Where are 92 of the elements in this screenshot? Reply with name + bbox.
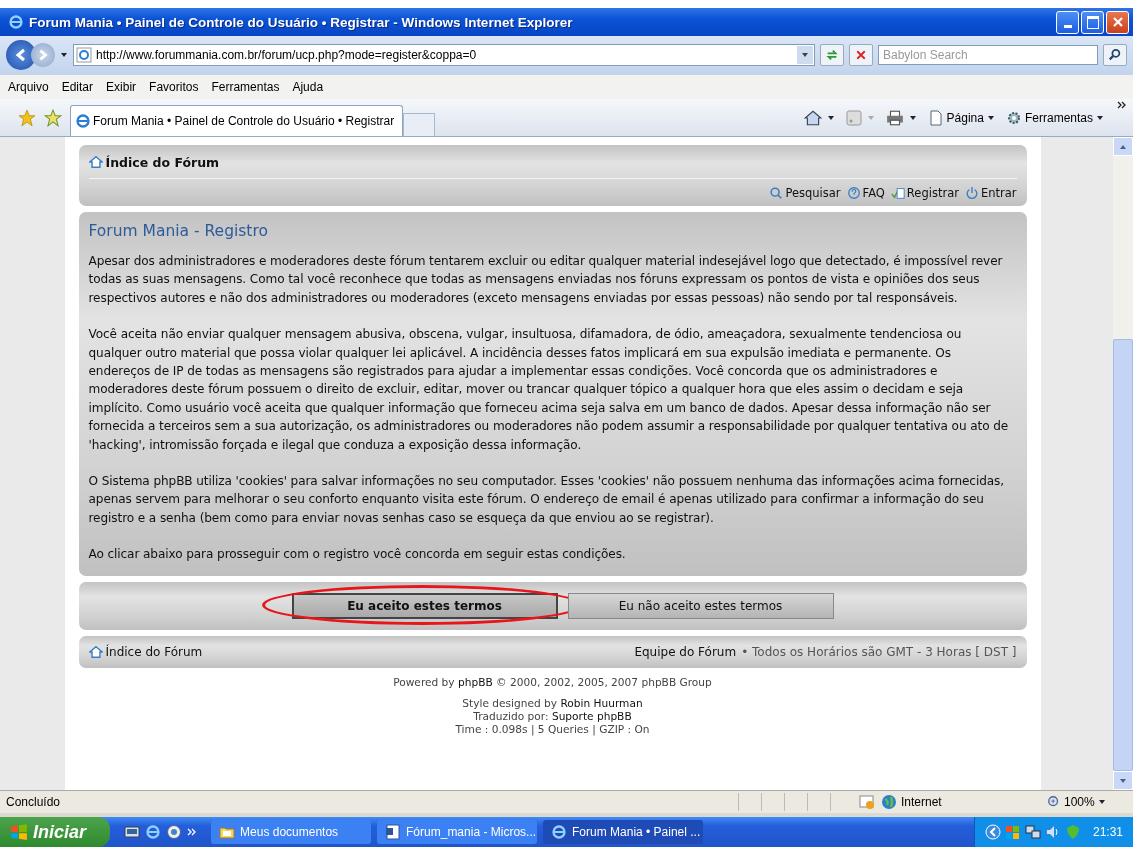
menu-item[interactable]: Ajuda (292, 80, 324, 94)
menu-item[interactable]: Exibir (106, 80, 137, 94)
search-button[interactable] (1103, 44, 1127, 66)
app-icon[interactable] (166, 824, 183, 840)
browser-tab[interactable]: Forum Mania • Painel de Controle do Usuário • Registrar (70, 105, 404, 136)
caret-icon (1096, 113, 1104, 122)
help-icon (846, 186, 861, 200)
registration-heading: Forum Mania - Registro (88, 222, 269, 240)
forward-button[interactable] (31, 43, 55, 67)
terms-paragraph: Ao clicar abaixo para prosseguir com o registro você concorda em seguir estas condições. (88, 546, 627, 564)
tools-menu[interactable]: Ferramentas (1005, 109, 1104, 126)
chevron-icon[interactable] (1117, 100, 1127, 109)
register-link[interactable]: Registrar (890, 186, 959, 200)
menu-item[interactable]: Arquivo (8, 80, 49, 94)
menu-item[interactable]: Ferramentas (211, 80, 280, 94)
zoom-icon (1047, 795, 1061, 809)
timezone-text: • Todos os Horários são GMT - 3 Horas [ DST ] (741, 644, 1017, 659)
search-icon (1108, 48, 1122, 62)
taskbar-button[interactable]: Forum Mania • Painel ... (543, 820, 704, 844)
footer-text: Powered by phpBB © 2000, 2002, 2005, 2007 phpBB Group (393, 675, 712, 689)
shield-icon (1064, 824, 1081, 840)
checklist-icon (890, 186, 905, 200)
status-text: Concluído (6, 795, 62, 809)
close-icon (1111, 16, 1124, 28)
gear-icon (1005, 109, 1022, 126)
power-icon (964, 186, 979, 200)
speaker-icon (1044, 824, 1061, 840)
caret-icon[interactable] (826, 113, 835, 122)
close-button[interactable] (1106, 10, 1129, 34)
taskbar-button[interactable]: Meus documentos (211, 820, 372, 844)
browser-logo-icon (551, 824, 568, 840)
taskbar-button[interactable]: Fórum_mania - Micros... (377, 820, 538, 844)
refresh-button[interactable] (820, 44, 844, 66)
forum-team-link[interactable]: Equipe do Fórum (634, 644, 737, 659)
caret-icon[interactable] (801, 51, 809, 59)
caret-icon[interactable] (908, 113, 917, 122)
page-icon (76, 47, 92, 63)
tray-collapse-icon[interactable] (984, 824, 1001, 840)
down-arrow-icon[interactable] (1119, 776, 1127, 785)
home-icon (88, 155, 103, 169)
vertical-scrollbar[interactable] (1113, 137, 1133, 790)
address-field[interactable]: http://www.forummania.com.br/forum/ucp.php?mode=register&coppa=0 (73, 44, 815, 66)
zoom-level[interactable]: 100% (1047, 795, 1127, 809)
search-icon (769, 186, 784, 200)
chevron-icon[interactable] (187, 828, 198, 836)
clock: 21:31 (1092, 825, 1123, 839)
minimize-button[interactable] (1056, 10, 1079, 34)
protected-mode-icon (859, 794, 875, 810)
caret-icon (986, 113, 995, 122)
search-field[interactable]: Babylon Search (878, 45, 1098, 65)
caret-icon (1097, 798, 1106, 806)
terms-button[interactable]: Eu não aceito estes termos (567, 592, 834, 619)
document-icon (385, 824, 402, 840)
faq-link[interactable]: FAQ (846, 186, 885, 200)
terms-button[interactable]: Eu aceito estes termos (291, 592, 558, 619)
window-title: Forum Mania • Painel de Controle do Usuário • Registrar - Windows Internet Explorer (29, 14, 574, 30)
forum-index-link[interactable]: Índice do Fórum (88, 154, 220, 170)
refresh-icon (825, 48, 839, 62)
page-menu[interactable]: Página (927, 109, 995, 126)
globe-icon (881, 794, 897, 810)
footer-text: Traduzido por: Suporte phpBB (473, 709, 632, 723)
terms-paragraph: Apesar dos administradores e moderadores deste fórum tentarem excluir ou editar qualquer material indesejável logo que detectado, é impossível rever todas as suas mensagens. Como tal você reconhece que todas as mensagens enviadas nos fóruns expressam os pontos de vista e opiniões dos seus respectivos autores e não dos administradores ou moderadores (exceto mensagens enviadas por essas pessoas) não sendo por tal responsáveis. (88, 253, 1004, 307)
network-icon (1024, 824, 1041, 840)
close-icon (855, 49, 867, 61)
home-icon (88, 644, 103, 659)
maximize-button[interactable] (1081, 10, 1104, 34)
home-icon[interactable] (803, 108, 822, 127)
security-zone: Internet (881, 794, 1041, 810)
search-link[interactable]: Pesquisar (769, 186, 841, 200)
windows-flag-icon (10, 823, 28, 841)
terms-paragraph: O Sistema phpBB utiliza 'cookies' para salvar informações no seu computador. Esses 'cookies' não possuem nenhuma das informações acima fornecidas, apenas servem para melhorar o seu conforto enquanto visita este fórum. O endereço de email é apenas utilizado para confirmar a informação do seu registro e a senha (bem como para enviar novas senhas caso se esqueça da que enviou ao se registrar). (88, 473, 1005, 527)
desktop-icon[interactable] (124, 824, 141, 840)
footer-text: Style designed by Robin Huurman (462, 696, 643, 710)
menu-item[interactable]: Favoritos (149, 80, 199, 94)
menu-item[interactable]: Editar (61, 80, 94, 94)
folder-icon (219, 824, 236, 840)
browser-logo-icon (8, 14, 24, 30)
stop-button[interactable] (849, 44, 873, 66)
back-button[interactable] (6, 40, 36, 70)
browser-logo-icon (75, 113, 91, 129)
star-icon[interactable] (44, 108, 62, 127)
login-link[interactable]: Entrar (964, 186, 1017, 200)
start-button[interactable]: Iniciar (0, 817, 111, 847)
printer-icon[interactable] (885, 108, 904, 127)
caret-icon[interactable] (60, 51, 68, 59)
windows-flag-icon (1004, 824, 1021, 840)
page-icon (927, 109, 944, 126)
browser-logo-icon (145, 824, 162, 840)
terms-paragraph: Você aceita não enviar qualquer mensagem abusiva, obscena, vulgar, insultuosa, difamadora, de ódio, ameaçadora, sexualmente tendenciosa ou qualquer outro material que possa violar qualquer lei aplicável. A incidência desses fatos implicará em sua expulsão imediata e permanente. Os endereços de IP de todas as mensagens são registrados para ajudar a implementar essas condições. Você concorda que os administradores e moderadores deste fórum possuem o direito de excluir, editar, mover ou trancar qualquer tópico a qualquer hora que eles assim o decidam e seja implícito. Como usuário você aceita que qualquer informação que forneceu acima seja salva em um banco de dados. Apesar dessa informação não ser fornecida a terceiros sem a sua autorização, os administradores ou moderadores não podem assumir a responsabilidade por qualquer tentativa ou ato de 'hacking', intromissão forçada e ilegal que conduza a exposição dessa informação. (88, 326, 1010, 454)
star-icon[interactable] (18, 108, 36, 127)
footer-text: Time : 0.098s | 5 Queries | GZIP : On (455, 722, 650, 736)
forum-index-link[interactable]: Índice do Fórum (88, 644, 203, 659)
